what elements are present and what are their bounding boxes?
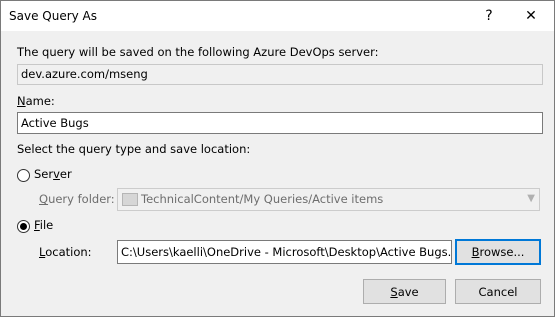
location-section-heading: Select the query type and save location: — [17, 142, 251, 156]
save-button[interactable]: Save — [363, 279, 446, 304]
dialog-title: Save Query As — [9, 9, 98, 23]
browse-button[interactable]: Browse... — [455, 239, 541, 265]
name-label: Name: — [17, 94, 55, 108]
save-query-dialog: Save Query As ? ✕ The query will be save… — [0, 0, 555, 317]
query-folder-value: TechnicalContent/My Queries/Active items — [141, 192, 384, 206]
query-folder-dropdown[interactable]: TechnicalContent/My Queries/Active items… — [117, 188, 540, 211]
help-button[interactable]: ? — [467, 1, 511, 31]
title-bar: Save Query As ? ✕ — [1, 1, 554, 31]
chevron-down-icon: ▼ — [527, 193, 535, 204]
name-input[interactable]: Active Bugs — [17, 112, 543, 134]
server-radio[interactable] — [17, 169, 30, 182]
file-radio-label[interactable]: File — [34, 218, 53, 232]
server-radio-label[interactable]: Server — [34, 167, 72, 181]
file-radio[interactable] — [17, 220, 30, 233]
query-folder-label: Query folder: — [39, 192, 115, 206]
folder-icon — [122, 193, 138, 206]
location-label: Location: — [39, 245, 92, 259]
server-description: The query will be saved on the following… — [17, 45, 379, 59]
cancel-button[interactable]: Cancel — [455, 279, 541, 304]
server-field: dev.azure.com/mseng — [17, 64, 543, 85]
location-input[interactable]: C:\Users\kaelli\OneDrive - Microsoft\Des… — [117, 240, 452, 264]
close-button[interactable]: ✕ — [509, 1, 553, 31]
